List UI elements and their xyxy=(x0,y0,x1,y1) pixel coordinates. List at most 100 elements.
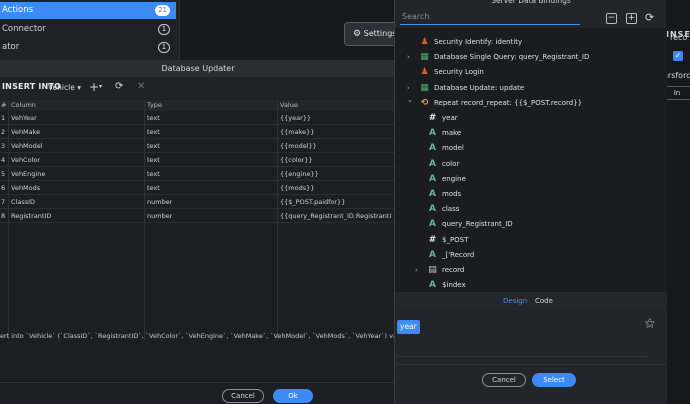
table-row[interactable]: 4 VehColor text {{color}} xyxy=(0,153,396,167)
row-type: number xyxy=(147,198,173,206)
refresh-icon[interactable]: ⟳ xyxy=(115,81,123,92)
row-number: 7 xyxy=(1,198,6,206)
count-badge: 1 xyxy=(158,42,170,53)
collapse-all-icon[interactable]: − xyxy=(606,13,617,24)
row-type: number xyxy=(147,212,173,220)
text-type-icon: A xyxy=(429,249,436,260)
table-row[interactable]: 7 ClassID number {{$_POST.paidfor}} xyxy=(0,195,396,209)
row-column-name: VehColor xyxy=(11,156,41,164)
bg-item-label: ator xyxy=(2,42,20,52)
dialog-footer: Cancel Ok xyxy=(0,382,396,404)
text-type-icon: A xyxy=(429,219,436,230)
sql-preview: ert into `Vehicle` (`ClassID`, `Registra… xyxy=(0,332,396,340)
table-row[interactable]: 2 VehMake text {{make}} xyxy=(0,125,396,139)
row-number: 1 xyxy=(1,114,6,122)
bg-item-actions[interactable]: Actions 21 xyxy=(0,2,176,19)
cancel-button[interactable]: Cancel xyxy=(222,389,264,403)
list-icon: ▤ xyxy=(428,265,437,275)
row-value: {{color}} xyxy=(280,156,313,164)
row-type: text xyxy=(147,142,160,150)
panel-footer: Cancel Select xyxy=(395,364,667,404)
add-dropdown-chevron-icon[interactable]: ▾ xyxy=(99,83,102,90)
chevron-right-icon[interactable]: › xyxy=(407,50,410,65)
row-number: 3 xyxy=(1,142,6,150)
dialog-title: Database Updater xyxy=(0,60,396,77)
search-input[interactable]: Search xyxy=(400,12,580,25)
column-header-value: Value xyxy=(280,100,298,111)
chevron-right-icon[interactable]: › xyxy=(415,263,418,278)
text-type-icon: A xyxy=(429,128,436,139)
row-number: 6 xyxy=(1,184,6,192)
panel-title: Server Data Bindings xyxy=(491,0,571,5)
settings-label: Settings xyxy=(363,29,397,38)
selected-binding-chip[interactable]: year xyxy=(397,320,420,334)
tree-node-label: Database Single Query: query_Registrant_… xyxy=(434,53,590,62)
text-type-icon: A xyxy=(429,143,436,154)
bg-text: arsforc xyxy=(663,71,690,80)
table-select-value: Vehicle xyxy=(48,83,75,92)
number-type-icon: # xyxy=(428,234,437,245)
tree-node-label: mods xyxy=(442,190,462,198)
row-type: text xyxy=(147,170,160,178)
table-header xyxy=(0,100,396,111)
refresh-icon[interactable]: ⟳ xyxy=(645,11,654,24)
row-type: text xyxy=(147,128,160,136)
row-value: {{mods}} xyxy=(280,184,315,192)
number-type-icon: # xyxy=(428,113,437,123)
row-value: {{model}} xyxy=(280,142,317,150)
row-column-name: ClassID xyxy=(11,198,36,206)
security-icon: ♟ xyxy=(420,67,429,78)
bg-record-label: reco xyxy=(670,33,688,42)
editor-tabs: Design Code xyxy=(395,292,667,310)
text-type-icon: A xyxy=(429,158,436,169)
tree-node-label: Database Update: update xyxy=(434,83,525,92)
row-column-name: VehEngine xyxy=(11,170,46,178)
row-column-name: VehMake xyxy=(11,128,41,136)
security-icon: ♟ xyxy=(420,37,429,47)
server-data-bindings-panel: Server Data Bindings Search − + ⟳ ♟ Secur… xyxy=(394,0,667,404)
tree-node-label: _['Record xyxy=(442,250,475,259)
tab-design[interactable]: Design xyxy=(503,292,527,310)
checkbox-checked[interactable]: ✓ xyxy=(673,51,683,61)
tree-node-label: $index xyxy=(442,281,466,290)
cancel-button[interactable]: Cancel xyxy=(482,373,526,387)
table-row[interactable]: 8 RegistrantID number {{query_Registrant_ID… xyxy=(0,209,396,223)
row-value: {{engine}} xyxy=(280,170,319,178)
bg-input-button[interactable]: In xyxy=(663,86,690,100)
add-icon[interactable]: + xyxy=(89,80,99,94)
column-table: # Column Type Value 1 VehYear text {{year}}… xyxy=(0,100,396,340)
row-value: {{query_Registrant_ID.RegistrantI xyxy=(280,212,392,220)
bg-item-label: Actions xyxy=(2,5,34,15)
row-value: {{year}} xyxy=(280,114,312,122)
expression-editor[interactable]: year ⚝ xyxy=(395,312,667,364)
table-row[interactable]: 5 VehEngine text {{engine}} xyxy=(0,167,396,181)
select-button[interactable]: Select xyxy=(532,373,576,387)
tree-node-label: color xyxy=(442,159,460,168)
row-column-name: VehMods xyxy=(11,184,41,192)
tree-node-label: class xyxy=(442,205,460,214)
tree-node-label: Security Login xyxy=(434,68,484,77)
table-select[interactable]: Vehicle ▾ xyxy=(48,83,81,92)
magic-wand-icon[interactable]: ⚝ xyxy=(645,318,655,329)
bg-item-connector[interactable]: Connector 1 xyxy=(0,21,176,38)
expand-all-icon[interactable]: + xyxy=(626,13,637,24)
row-number: 4 xyxy=(1,156,6,164)
database-icon: ▦ xyxy=(420,52,429,63)
table-row[interactable]: 3 VehModel text {{model}} xyxy=(0,139,396,153)
row-value: {{make}} xyxy=(280,128,315,136)
tree-node-label: make xyxy=(442,129,462,138)
chevron-down-icon[interactable]: ⌄ xyxy=(407,93,413,108)
table-row[interactable]: 6 VehMods text {{mods}} xyxy=(0,181,396,195)
row-value: {{$_POST.paidfor}} xyxy=(280,198,346,206)
row-column-name: VehModel xyxy=(11,142,43,150)
bg-item-ator[interactable]: ator 1 xyxy=(0,39,176,56)
bg-item-label: Connector xyxy=(2,24,46,34)
row-number: 2 xyxy=(1,128,6,136)
table-row[interactable]: 1 VehYear text {{year}} xyxy=(0,111,396,125)
database-icon: ▦ xyxy=(420,82,429,93)
ok-button[interactable]: Ok xyxy=(273,389,313,403)
close-icon[interactable]: ✕ xyxy=(137,81,145,92)
tab-code[interactable]: Code xyxy=(535,292,553,310)
tree-node-label: Repeat record_repeat: {{$_POST.record}} xyxy=(434,98,583,107)
tree-node-label: model xyxy=(442,144,464,153)
